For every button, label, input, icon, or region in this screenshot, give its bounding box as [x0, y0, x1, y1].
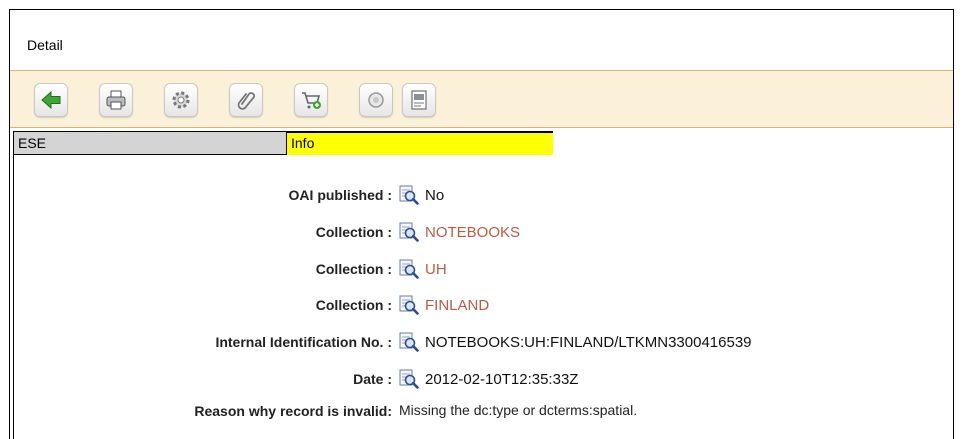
panel-header: Detail: [10, 10, 953, 71]
field-label: Internal Identification No. :: [215, 334, 392, 350]
field-label: Date :: [353, 371, 392, 387]
cart-add-icon: [302, 92, 321, 109]
back-button[interactable]: [34, 83, 68, 117]
collection-link-uh[interactable]: UH: [425, 261, 447, 278]
invalid-reason-value: Missing the dc:type or dcterms:spatial.: [399, 402, 638, 418]
document-icon: [411, 90, 427, 110]
tab-bar: ESE Info: [13, 131, 553, 155]
field-label: Collection :: [315, 297, 392, 313]
field-label: Collection :: [315, 261, 392, 277]
magnifier-icon[interactable]: [399, 332, 419, 352]
paperclip-icon: [237, 92, 256, 110]
add-to-cart-button[interactable]: [294, 83, 328, 117]
magnifier-icon[interactable]: [399, 185, 419, 205]
circle-icon: [368, 92, 384, 108]
export-button[interactable]: [402, 83, 436, 117]
print-button[interactable]: [99, 83, 133, 117]
field-row: Internal Identification No. : NOTEBOOKS:…: [14, 327, 944, 357]
toolbar: [10, 71, 953, 128]
page-title: Detail: [27, 37, 63, 53]
tab-info[interactable]: Info: [287, 131, 553, 155]
field-row: Date : 2012-02-10T12:35:33Z: [14, 364, 944, 394]
gear-icon: [172, 91, 190, 109]
field-row: Reason why record is invalid: Missing th…: [14, 396, 944, 426]
field-row: Collection : UH: [14, 254, 944, 284]
field-row: Collection : FINLAND: [14, 290, 944, 320]
field-row: OAI published : No: [14, 180, 944, 210]
settings-button[interactable]: [164, 83, 198, 117]
field-row: Collection : NOTEBOOKS: [14, 217, 944, 247]
collection-link-finland[interactable]: FINLAND: [425, 297, 489, 314]
magnifier-icon[interactable]: [399, 369, 419, 389]
attach-button[interactable]: [229, 83, 263, 117]
tab-ese[interactable]: ESE: [13, 131, 287, 155]
internal-id-value: NOTEBOOKS:UH:FINLAND/LTKMN3300416539: [425, 333, 752, 351]
field-label: Reason why record is invalid:: [194, 403, 392, 419]
collection-link-notebooks[interactable]: NOTEBOOKS: [425, 224, 520, 241]
printer-icon: [106, 90, 126, 110]
magnifier-icon[interactable]: [399, 259, 419, 279]
oai-published-value: No: [425, 186, 445, 204]
record-button[interactable]: [359, 83, 393, 117]
record-details: OAI published : No Collection : NOTEBOOK…: [13, 155, 945, 439]
magnifier-icon[interactable]: [399, 295, 419, 315]
field-label: Collection :: [315, 224, 392, 240]
field-label: OAI published :: [288, 187, 392, 203]
date-value: 2012-02-10T12:35:33Z: [425, 370, 579, 388]
magnifier-icon[interactable]: [399, 222, 419, 242]
green-arrow-left-icon: [41, 90, 61, 110]
